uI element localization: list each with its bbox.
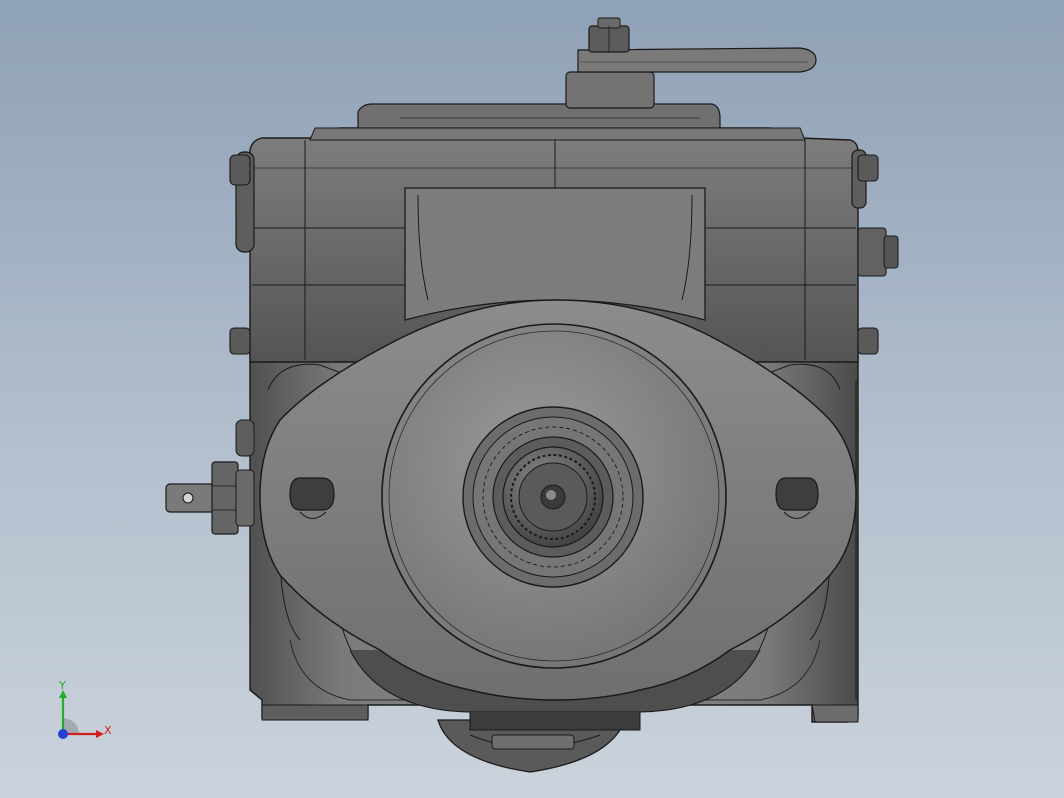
graphics-viewport[interactable]: X Y xyxy=(0,0,1064,798)
triad-x-arrow xyxy=(96,730,104,738)
triad-y-label: Y xyxy=(58,679,66,692)
adjustment-lever[interactable] xyxy=(565,17,817,109)
orientation-triad: X Y xyxy=(58,679,112,739)
top-cover xyxy=(309,103,806,141)
triad-z-axis xyxy=(58,729,68,739)
pump-model[interactable] xyxy=(0,0,1064,798)
drain-fitting[interactable] xyxy=(165,461,255,535)
triad-x-label: X xyxy=(104,724,112,737)
drive-shaft[interactable] xyxy=(462,406,644,588)
